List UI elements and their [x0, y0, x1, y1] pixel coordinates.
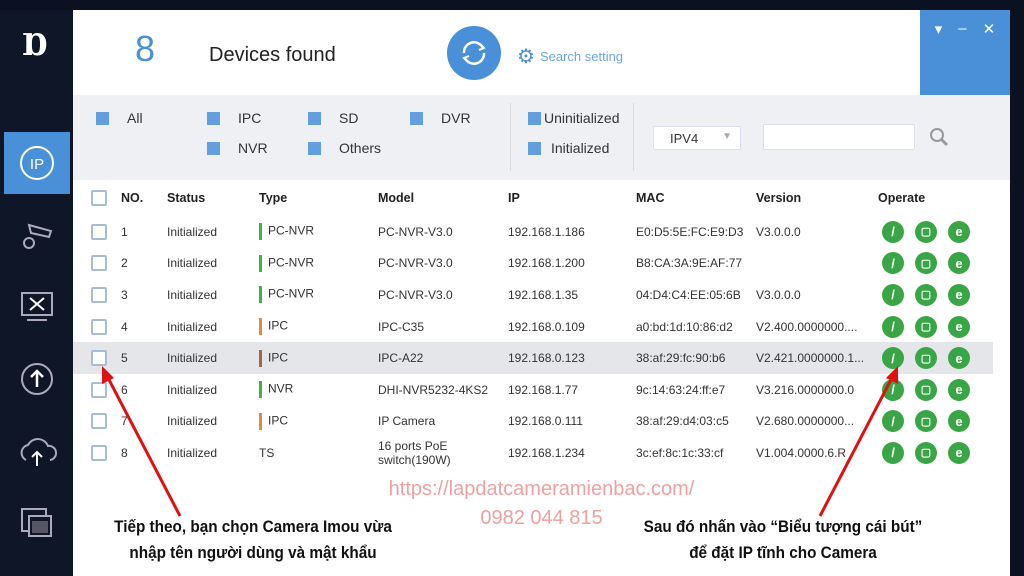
- arrow-right: [818, 373, 896, 517]
- arrow-left-head: [102, 366, 114, 384]
- annotation-arrows: [102, 366, 898, 517]
- arrow-right-head: [886, 366, 898, 384]
- arrow-left: [104, 373, 182, 517]
